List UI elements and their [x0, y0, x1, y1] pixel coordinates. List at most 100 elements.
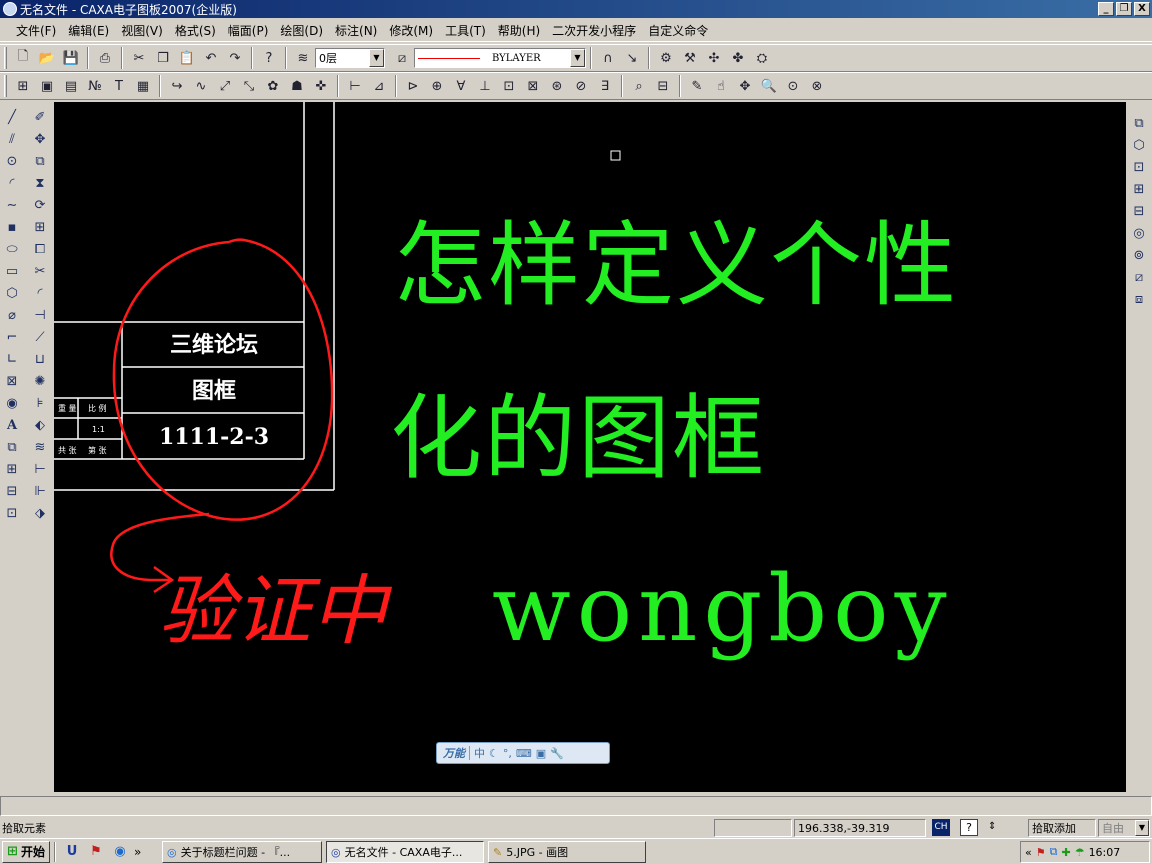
menu-modify[interactable]: 修改(M) [383, 22, 439, 39]
chevron-down-icon[interactable]: ▼ [1135, 820, 1149, 836]
dim-2-icon[interactable]: ⊿ [368, 75, 390, 97]
dim-style-icon[interactable]: ⊩ [29, 480, 51, 502]
menu-dev-programs[interactable]: 二次开发小程序 [546, 22, 642, 39]
ime-toolbar[interactable]: 万能 中 ☾ °, ⌨ ▣ 🔧 [436, 742, 610, 764]
view-3-icon[interactable]: ⊡ [1128, 156, 1150, 178]
toolbar-grip[interactable] [4, 47, 7, 69]
dim-5-icon[interactable]: ∀ [450, 75, 472, 97]
dim-8-icon[interactable]: ⊠ [522, 75, 544, 97]
text-table-icon[interactable]: T [108, 75, 130, 97]
zoom-4-icon[interactable]: 🔍 [758, 75, 780, 97]
zoom-3-icon[interactable]: ✥ [734, 75, 756, 97]
tool-e-icon[interactable]: ⛭ [751, 47, 773, 69]
attrib-tool-icon[interactable]: ⊟ [1, 480, 23, 502]
erase-tool-icon[interactable]: ✐ [29, 106, 51, 128]
tray-network-icon[interactable]: ⧉ [1050, 845, 1058, 859]
dim-1-icon[interactable]: ⊢ [344, 75, 366, 97]
tray-caxa-icon[interactable]: ⚑ [1036, 846, 1046, 859]
punctuation-icon[interactable]: °, [503, 747, 512, 760]
dim-7-icon[interactable]: ⊡ [498, 75, 520, 97]
image-tool-icon[interactable]: ◉ [1, 392, 23, 414]
dim-10-icon[interactable]: ⊘ [570, 75, 592, 97]
menu-view[interactable]: 视图(V) [115, 22, 169, 39]
menu-help[interactable]: 帮助(H) [492, 22, 546, 39]
point-tool-icon[interactable]: ▪ [1, 216, 23, 238]
tool-d-icon[interactable]: ✤ [727, 47, 749, 69]
arc-tool-icon[interactable]: ◜ [1, 172, 23, 194]
quicklaunch-chevron[interactable]: » [134, 845, 141, 859]
pick-mode-field[interactable]: 拾取添加 [1028, 819, 1096, 837]
view-2-icon[interactable]: ⬡ [1128, 134, 1150, 156]
dim-edit-icon[interactable]: ⊢ [29, 458, 51, 480]
lib-3-icon[interactable]: ⤢ [214, 75, 236, 97]
line-tool-icon[interactable]: ╱ [1, 106, 23, 128]
explode-tool-icon[interactable]: ✺ [29, 370, 51, 392]
fillet-tool-icon[interactable]: ◜ [29, 282, 51, 304]
titleblock-icon[interactable]: ▣ [36, 75, 58, 97]
view-7-icon[interactable]: ⊚ [1128, 244, 1150, 266]
match-prop-icon[interactable]: ⬗ [29, 502, 51, 524]
library-tool-icon[interactable]: ⊡ [1, 502, 23, 524]
layer-select[interactable]: 0层 ▼ [315, 48, 385, 68]
task-paint[interactable]: ✎ 5.JPG - 画图 [488, 841, 646, 863]
ch-indicator[interactable]: CH [932, 819, 950, 836]
new-file-icon[interactable]: 🗋 [12, 47, 34, 69]
zoom-6-icon[interactable]: ⊗ [806, 75, 828, 97]
dim-6-icon[interactable]: ⊥ [474, 75, 496, 97]
trim-tool-icon[interactable]: ✂ [29, 260, 51, 282]
view-8-icon[interactable]: ⧄ [1128, 266, 1150, 288]
lib-6-icon[interactable]: ☗ [286, 75, 308, 97]
insert-tool-icon[interactable]: ⊞ [1, 458, 23, 480]
task-forum[interactable]: ◎ 关于标题栏问题 - 『... [162, 841, 322, 863]
move-tool-icon[interactable]: ✥ [29, 128, 51, 150]
rotate-tool-icon[interactable]: ⟳ [29, 194, 51, 216]
wrench-icon[interactable]: 🔧 [550, 747, 564, 760]
measure-icon[interactable]: ⊟ [652, 75, 674, 97]
start-button[interactable]: ⊞ 开始 [2, 840, 50, 863]
dim-9-icon[interactable]: ⊛ [546, 75, 568, 97]
query-icon[interactable]: ⌕ [628, 75, 650, 97]
zoom-2-icon[interactable]: ☝ [710, 75, 732, 97]
lib-7-icon[interactable]: ✜ [310, 75, 332, 97]
menu-dimension[interactable]: 标注(N) [329, 22, 383, 39]
snap-mode-select[interactable]: 自由 ▼ [1098, 819, 1150, 837]
tray-umbrella-icon[interactable]: ☂ [1075, 846, 1085, 859]
polygon-tool-icon[interactable]: ⬡ [1, 282, 23, 304]
redo-icon[interactable]: ↷ [224, 47, 246, 69]
maximize-button[interactable]: ❐ [1116, 2, 1132, 16]
parts-icon[interactable]: № [84, 75, 106, 97]
quicklaunch-caxa-icon[interactable]: ⚑ [85, 841, 107, 863]
command-line[interactable] [0, 796, 1152, 816]
open-file-icon[interactable]: 📂 [36, 47, 58, 69]
scroll-arrows-icon[interactable]: ⇕ [988, 821, 996, 832]
rectangle-tool-icon[interactable]: ▭ [1, 260, 23, 282]
tool-a-icon[interactable]: ⚙ [655, 47, 677, 69]
hatch-edit-icon[interactable]: ≋ [29, 436, 51, 458]
quicklaunch-u-icon[interactable]: U [61, 841, 83, 863]
print-icon[interactable]: ⎙ [94, 47, 116, 69]
help-icon[interactable]: ? [258, 47, 280, 69]
table-icon[interactable]: ▤ [60, 75, 82, 97]
lib-2-icon[interactable]: ∿ [190, 75, 212, 97]
view-1-icon[interactable]: ⧉ [1128, 112, 1150, 134]
tray-update-icon[interactable]: ✚ [1061, 846, 1070, 859]
help-status-icon[interactable]: ? [960, 819, 978, 836]
ellipse-tool-icon[interactable]: ⬭ [1, 238, 23, 260]
array-tool-icon[interactable]: ⊞ [29, 216, 51, 238]
close-button[interactable]: X [1134, 2, 1150, 16]
menu-tools[interactable]: 工具(T) [439, 22, 492, 39]
menu-custom-commands[interactable]: 自定义命令 [642, 22, 714, 39]
view-9-icon[interactable]: ⧈ [1128, 288, 1150, 310]
extend-tool-icon[interactable]: ⊣ [29, 304, 51, 326]
stamp-icon[interactable]: ▦ [132, 75, 154, 97]
layer-icon[interactable]: ≋ [292, 47, 314, 69]
tool-c-icon[interactable]: ✣ [703, 47, 725, 69]
circle-tool-icon[interactable]: ⊙ [1, 150, 23, 172]
view-6-icon[interactable]: ◎ [1128, 222, 1150, 244]
paste-icon[interactable]: 📋 [176, 47, 198, 69]
tool-b-icon[interactable]: ⚒ [679, 47, 701, 69]
spline-tool-icon[interactable]: ∼ [1, 194, 23, 216]
linetype-select[interactable]: BYLAYER ▼ [414, 48, 586, 68]
mirror-tool-icon[interactable]: ⧗ [29, 172, 51, 194]
quicklaunch-browser-icon[interactable]: ◉ [109, 841, 131, 863]
